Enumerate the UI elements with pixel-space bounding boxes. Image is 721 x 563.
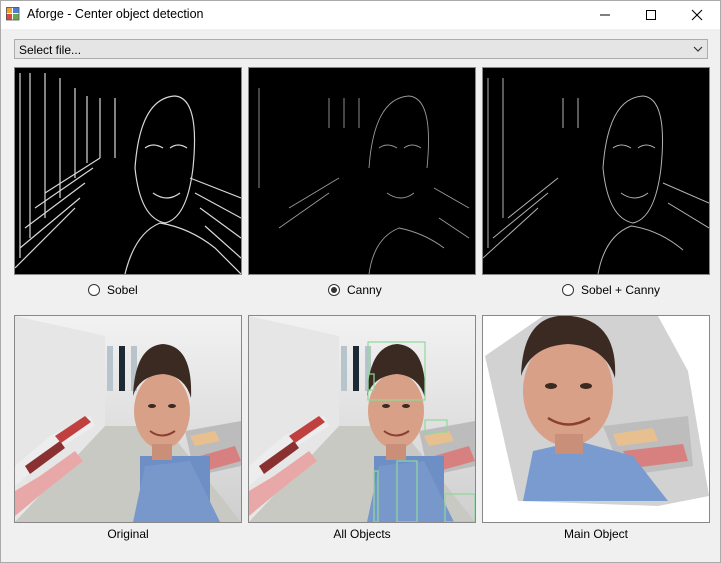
sobel-image (14, 67, 242, 275)
app-icon (6, 7, 20, 21)
radio-sobel-canny[interactable]: Sobel + Canny (562, 282, 660, 298)
maximize-icon (646, 10, 656, 20)
file-select-dropdown[interactable]: Select file... (14, 39, 708, 59)
original-image (14, 315, 242, 523)
caption-all-objects: All Objects (333, 527, 391, 541)
caption-original: Original (107, 527, 149, 541)
radio-sobel-canny-label: Sobel + Canny (581, 283, 661, 297)
radio-selected-dot (331, 287, 337, 293)
window-title: Aforge - Center object detection (27, 7, 204, 21)
radio-canny-indicator[interactable] (328, 284, 340, 296)
radio-canny[interactable]: Canny (328, 282, 382, 298)
caption-main-object: Main Object (563, 527, 629, 541)
radio-sobel-indicator[interactable] (88, 284, 100, 296)
canny-image (248, 67, 476, 275)
maximize-button[interactable] (628, 1, 674, 29)
all-objects-image (248, 315, 476, 523)
title-bar[interactable]: Aforge - Center object detection (1, 1, 720, 29)
main-object-image (482, 315, 710, 523)
main-window: Aforge - Center object detection Select … (0, 0, 721, 563)
close-icon (691, 9, 703, 21)
chevron-down-icon (693, 46, 703, 52)
radio-sobel-canny-indicator[interactable] (562, 284, 574, 296)
minimize-button[interactable] (582, 1, 628, 29)
close-button[interactable] (674, 1, 720, 29)
minimize-icon (600, 14, 610, 16)
sobel-canny-image (482, 67, 710, 275)
radio-sobel-label: Sobel (107, 283, 138, 297)
radio-sobel[interactable]: Sobel (88, 282, 138, 298)
radio-canny-label: Canny (347, 283, 382, 297)
file-select-value: Select file... (19, 43, 82, 57)
